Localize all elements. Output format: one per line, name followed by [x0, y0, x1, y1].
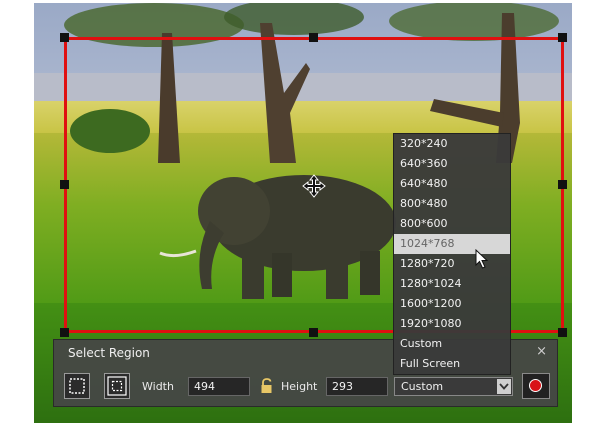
size-option[interactable]: 320*240 [394, 134, 510, 154]
size-option[interactable]: Custom [394, 334, 510, 354]
resize-handle-bottom-left[interactable] [60, 328, 69, 337]
size-option[interactable]: 1920*1080 [394, 314, 510, 334]
dropdown-arrow-icon[interactable] [497, 379, 511, 394]
select-region-button[interactable] [64, 373, 90, 399]
resize-handle-top[interactable] [309, 33, 318, 42]
select-region-icon [69, 378, 85, 394]
size-option[interactable]: 1024*768 [394, 234, 510, 254]
resize-handle-top-right[interactable] [558, 33, 567, 42]
fullscreen-region-button[interactable] [104, 373, 130, 399]
height-label: Height [281, 380, 318, 393]
size-option[interactable]: 640*480 [394, 174, 510, 194]
size-preset-select[interactable]: Custom [394, 377, 513, 396]
size-option[interactable]: 640*360 [394, 154, 510, 174]
resize-handle-left[interactable] [60, 180, 69, 189]
move-icon[interactable] [302, 174, 326, 198]
width-field[interactable]: 494 [188, 377, 250, 396]
close-icon[interactable]: × [536, 344, 547, 359]
resize-handle-bottom-right[interactable] [558, 328, 567, 337]
resize-handle-top-left[interactable] [60, 33, 69, 42]
panel-title: Select Region [68, 346, 150, 360]
size-option[interactable]: 800*600 [394, 214, 510, 234]
resize-handle-right[interactable] [558, 180, 567, 189]
size-preset-dropdown: 320*240 640*360 640*480 800*480 800*600 1024*… [393, 133, 511, 375]
size-preset-value: Custom [401, 380, 444, 393]
mouse-cursor-icon [475, 249, 489, 269]
record-icon [529, 379, 542, 392]
size-option[interactable]: Full Screen [394, 354, 510, 374]
record-button[interactable] [522, 373, 550, 399]
resize-handle-bottom[interactable] [309, 328, 318, 337]
size-option[interactable]: 1280*720 [394, 254, 510, 274]
size-option[interactable]: 800*480 [394, 194, 510, 214]
size-option[interactable]: 1280*1024 [394, 274, 510, 294]
lock-icon[interactable] [260, 378, 274, 394]
height-field[interactable]: 293 [326, 377, 388, 396]
size-option[interactable]: 1600*1200 [394, 294, 510, 314]
width-label: Width [142, 380, 174, 393]
fullscreen-region-icon [107, 376, 127, 396]
